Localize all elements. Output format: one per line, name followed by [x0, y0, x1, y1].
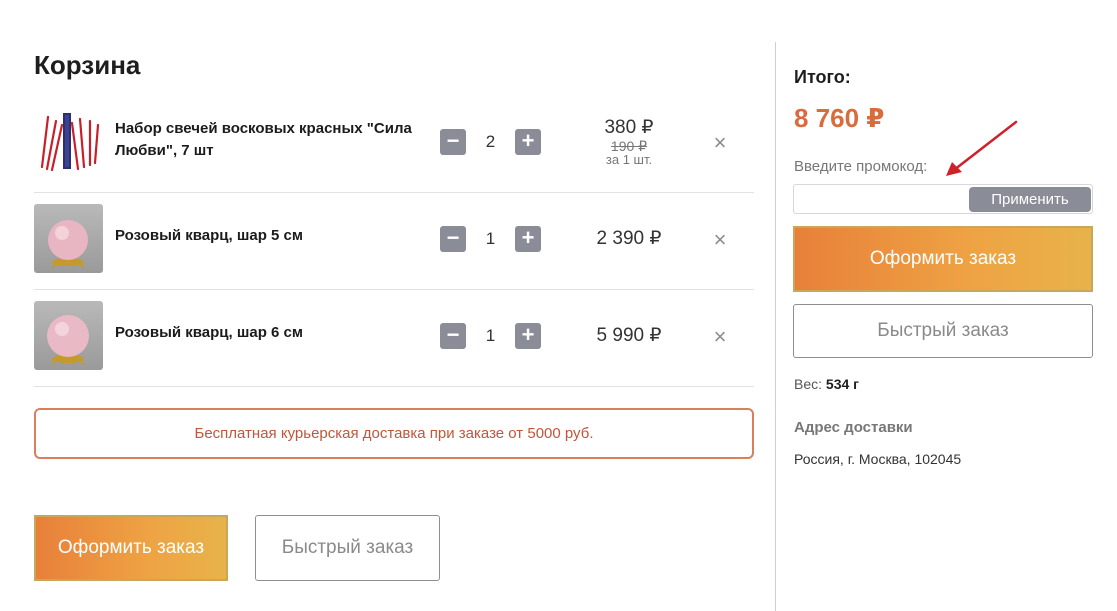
annotation-arrow-icon [946, 120, 1018, 176]
cart-item: Розовый кварц, шар 6 см − 1 + 5 990 ₽ × [34, 290, 754, 387]
quantity-stepper: − 1 + [440, 323, 541, 349]
remove-item-icon[interactable]: × [710, 326, 730, 348]
item-price: 2 390 ₽ [596, 228, 662, 249]
sidebar-divider [775, 42, 776, 611]
quantity-value[interactable]: 2 [466, 129, 515, 155]
delivery-address-title: Адрес доставки [794, 419, 913, 436]
quantity-stepper: − 2 + [440, 129, 541, 155]
product-name[interactable]: Розовый кварц, шар 5 см [115, 225, 435, 247]
quantity-stepper: − 1 + [440, 226, 541, 252]
checkout-button-sidebar[interactable]: Оформить заказ [793, 226, 1093, 292]
total-label: Итого: [794, 67, 851, 87]
decrease-quantity-button[interactable]: − [440, 323, 466, 349]
free-delivery-note: Бесплатная курьерская доставка при заказ… [34, 408, 754, 459]
remove-item-icon[interactable]: × [710, 229, 730, 251]
cart-item: Розовый кварц, шар 5 см − 1 + 2 390 ₽ × [34, 193, 754, 290]
checkout-button[interactable]: Оформить заказ [34, 515, 228, 581]
product-name[interactable]: Набор свечей восковых красных "Сила Любв… [115, 118, 435, 162]
price-block: 5 990 ₽ [574, 324, 684, 347]
page-title: Корзина [34, 50, 141, 80]
weight-label: Вес: [794, 376, 823, 392]
product-name[interactable]: Розовый кварц, шар 6 см [115, 322, 435, 344]
price-block: 380 ₽ 190 ₽ за 1 шт. [574, 116, 684, 167]
weight-value: 534 г [825, 376, 859, 392]
promo-label: Введите промокод: [794, 158, 928, 175]
product-image-candles[interactable] [34, 107, 103, 176]
quick-order-button[interactable]: Быстрый заказ [255, 515, 440, 581]
item-price: 5 990 ₽ [596, 325, 662, 346]
delivery-address-value: Россия, г. Москва, 102045 [794, 451, 962, 467]
decrease-quantity-button[interactable]: − [440, 226, 466, 252]
unit-price: 190 ₽ [610, 138, 648, 154]
increase-quantity-button[interactable]: + [515, 129, 541, 155]
apply-promo-button[interactable]: Применить [969, 187, 1091, 212]
remove-item-icon[interactable]: × [710, 132, 730, 154]
total-value: 8 760 ₽ [794, 103, 885, 133]
increase-quantity-button[interactable]: + [515, 323, 541, 349]
cart-item: Набор свечей восковых красных "Сила Любв… [34, 96, 754, 193]
product-image-quartz[interactable] [34, 301, 103, 370]
quick-order-button-sidebar[interactable]: Быстрый заказ [793, 304, 1093, 358]
promo-input[interactable] [794, 185, 969, 213]
quantity-value[interactable]: 1 [466, 323, 515, 349]
decrease-quantity-button[interactable]: − [440, 129, 466, 155]
item-price: 380 ₽ [604, 117, 654, 138]
quantity-value[interactable]: 1 [466, 226, 515, 252]
increase-quantity-button[interactable]: + [515, 226, 541, 252]
price-block: 2 390 ₽ [574, 227, 684, 250]
promo-field: Применить [793, 184, 1093, 214]
product-image-quartz[interactable] [34, 204, 103, 273]
unit-label: за 1 шт. [605, 152, 653, 167]
cart-list: Набор свечей восковых красных "Сила Любв… [34, 96, 754, 387]
weight-info: Вес: 534 г [794, 376, 859, 392]
